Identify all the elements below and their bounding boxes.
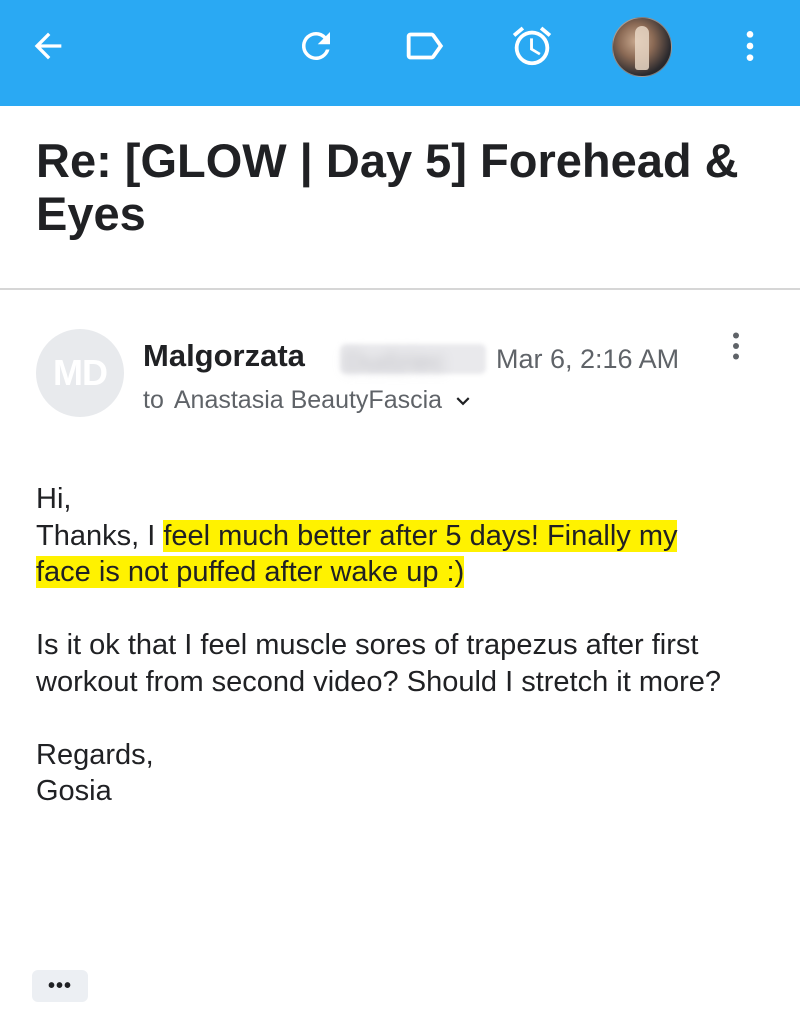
email-subject: Re: [GLOW | Day 5] Forehead & Eyes — [36, 134, 739, 240]
message-more-icon[interactable] — [718, 326, 754, 366]
body-greeting: Hi, — [36, 483, 72, 515]
recipient-name: Anastasia BeautyFascia — [173, 386, 443, 414]
body-line1-text: Thanks, I — [36, 519, 164, 552]
email-date: Mar 6, 2:16 AM — [496, 344, 680, 374]
to-prefix: to — [143, 386, 164, 414]
back-arrow-icon[interactable] — [16, 14, 80, 78]
sender-name[interactable]: Malgorzata — [143, 338, 305, 374]
body-signature: Gosia — [36, 775, 112, 807]
body-line1: Thanks, I feel much better after 5 days!… — [36, 518, 736, 591]
body-signoff: Regards, — [36, 738, 154, 771]
chevron-down-icon[interactable] — [450, 388, 476, 414]
redacted-last-name-text: Dudziec — [344, 346, 446, 377]
account-avatar[interactable] — [612, 17, 672, 77]
app-bar — [0, 0, 800, 106]
snooze-alarm-icon[interactable] — [500, 14, 564, 78]
recipient-line[interactable]: to Anastasia BeautyFascia — [143, 386, 476, 415]
more-vert-icon[interactable] — [718, 14, 782, 78]
redacted-last-name: Dudziec — [340, 344, 486, 377]
refresh-icon[interactable] — [284, 14, 348, 78]
sender-initials: MD — [53, 352, 108, 393]
email-body: Hi, Thanks, I feel much better after 5 d… — [36, 481, 736, 810]
header-divider — [0, 288, 800, 290]
label-icon[interactable] — [392, 14, 456, 78]
sender-avatar[interactable]: MD — [36, 329, 124, 417]
avatar-photo — [635, 26, 649, 70]
show-trimmed-content-button[interactable]: ••• — [32, 970, 88, 1002]
body-paragraph2: Is it ok that I feel muscle sores of tra… — [36, 629, 722, 698]
